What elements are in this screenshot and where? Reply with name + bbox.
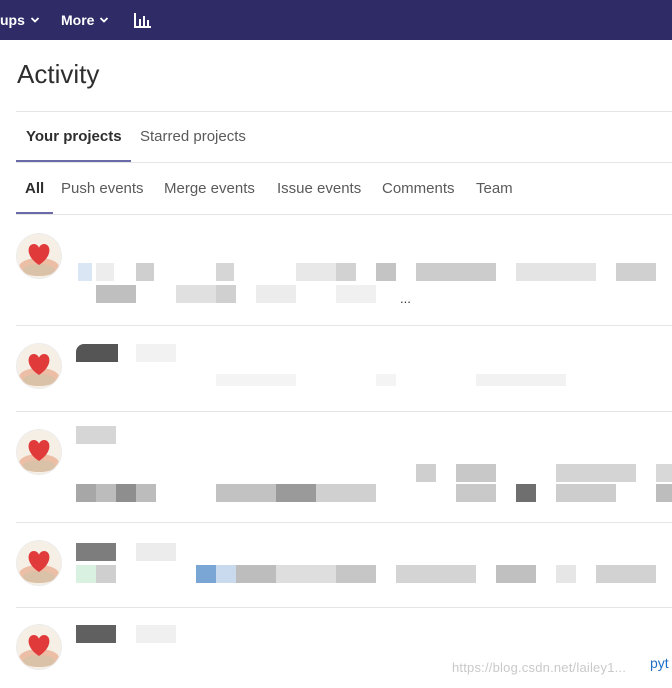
redacted-text bbox=[276, 565, 336, 583]
redacted-text bbox=[656, 464, 672, 482]
heart-avatar-icon bbox=[17, 541, 61, 585]
redacted-text bbox=[236, 565, 276, 583]
redacted-text bbox=[336, 263, 356, 281]
redacted-text bbox=[496, 565, 536, 583]
redacted-text bbox=[116, 484, 136, 502]
redacted-text bbox=[216, 285, 236, 303]
tabs-divider bbox=[16, 162, 672, 163]
redacted-text bbox=[196, 565, 216, 583]
more-menu-label: More bbox=[61, 12, 95, 28]
redacted-text bbox=[276, 484, 316, 502]
event-item: ... bbox=[0, 215, 672, 325]
redacted-text bbox=[316, 484, 376, 502]
redacted-text bbox=[78, 263, 92, 281]
redacted-text bbox=[416, 464, 436, 482]
heart-avatar-icon bbox=[17, 344, 61, 388]
redacted-text bbox=[556, 565, 576, 583]
redacted-text bbox=[96, 285, 136, 303]
redacted-author bbox=[76, 625, 116, 643]
heart-avatar-icon bbox=[17, 430, 61, 474]
redacted-text bbox=[136, 625, 176, 643]
more-menu[interactable]: More bbox=[61, 0, 109, 40]
event-item bbox=[0, 608, 672, 688]
redacted-text bbox=[456, 464, 496, 482]
event-item bbox=[0, 523, 672, 607]
watermark: https://blog.csdn.net/lailey1... bbox=[452, 660, 627, 675]
redacted-text bbox=[76, 484, 96, 502]
redacted-text bbox=[216, 374, 296, 386]
filter-all[interactable]: All bbox=[25, 180, 44, 197]
redacted-text bbox=[216, 484, 276, 502]
redacted-text bbox=[96, 263, 114, 281]
groups-menu-label: ups bbox=[0, 12, 25, 28]
avatar[interactable] bbox=[17, 625, 61, 669]
filter-comments[interactable]: Comments bbox=[382, 180, 455, 197]
filter-team[interactable]: Team bbox=[476, 180, 513, 197]
redacted-text bbox=[516, 263, 596, 281]
chevron-down-icon bbox=[30, 17, 40, 23]
redacted-author bbox=[76, 543, 116, 561]
tab-starred-projects[interactable]: Starred projects bbox=[140, 128, 246, 145]
redacted-text bbox=[596, 565, 656, 583]
redacted-text bbox=[136, 344, 176, 362]
redacted-text bbox=[556, 464, 636, 482]
event-item bbox=[0, 326, 672, 411]
redacted-text bbox=[456, 484, 496, 502]
redacted-text bbox=[376, 263, 396, 281]
title-divider bbox=[16, 111, 672, 112]
heart-avatar-icon bbox=[17, 625, 61, 669]
redacted-text bbox=[556, 484, 616, 502]
redacted-text bbox=[216, 565, 236, 583]
filter-issue-events[interactable]: Issue events bbox=[277, 180, 361, 197]
redacted-text bbox=[336, 285, 376, 303]
redacted-text bbox=[416, 263, 496, 281]
avatar[interactable] bbox=[17, 234, 61, 278]
tab-your-projects[interactable]: Your projects bbox=[26, 128, 122, 145]
filter-merge-events[interactable]: Merge events bbox=[164, 180, 255, 197]
redacted-text bbox=[516, 484, 536, 502]
filter-push-events[interactable]: Push events bbox=[61, 180, 144, 197]
redacted-author bbox=[76, 344, 118, 362]
truncation-ellipsis: ... bbox=[400, 291, 411, 306]
redacted-text bbox=[176, 285, 216, 303]
page-title: Activity bbox=[17, 59, 100, 89]
groups-menu[interactable]: ups bbox=[0, 0, 40, 40]
redacted-text bbox=[476, 374, 566, 386]
heart-avatar-icon bbox=[17, 234, 61, 278]
redacted-text bbox=[96, 565, 116, 583]
avatar[interactable] bbox=[17, 430, 61, 474]
redacted-text bbox=[76, 565, 96, 583]
redacted-text bbox=[396, 565, 476, 583]
event-item bbox=[0, 412, 672, 522]
avatar[interactable] bbox=[17, 344, 61, 388]
bar-chart-icon bbox=[134, 12, 151, 28]
top-navigation-bar: ups More bbox=[0, 0, 672, 40]
redacted-text bbox=[336, 565, 376, 583]
activity-chart-button[interactable] bbox=[133, 0, 152, 40]
redacted-text bbox=[136, 543, 176, 561]
redacted-text bbox=[656, 484, 672, 502]
redacted-text bbox=[136, 263, 154, 281]
redacted-text bbox=[256, 285, 296, 303]
redacted-text bbox=[376, 374, 396, 386]
redacted-text bbox=[216, 263, 234, 281]
avatar[interactable] bbox=[17, 541, 61, 585]
redacted-author bbox=[76, 426, 116, 444]
chevron-down-icon bbox=[100, 17, 109, 23]
redacted-text bbox=[616, 263, 656, 281]
partial-link[interactable]: pyt bbox=[650, 655, 669, 671]
